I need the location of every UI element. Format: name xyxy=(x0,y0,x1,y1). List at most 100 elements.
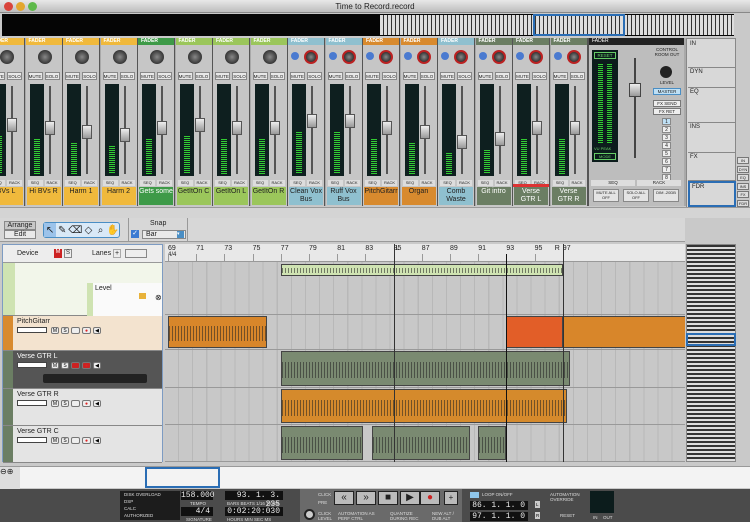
play-button[interactable]: ▶ xyxy=(400,491,420,505)
rack-button[interactable]: RACK xyxy=(457,180,472,186)
mute-button[interactable]: MUTE xyxy=(328,72,343,80)
left-locator[interactable] xyxy=(394,244,395,462)
hand-icon[interactable]: ✋ xyxy=(107,223,119,237)
fader-handle[interactable] xyxy=(157,121,167,135)
master-seq-button[interactable]: SEQ xyxy=(591,180,635,186)
solo-button[interactable]: SOLO xyxy=(420,72,435,80)
clip[interactable] xyxy=(281,426,363,460)
width-knob[interactable] xyxy=(516,52,524,60)
solo-button[interactable]: SOLO xyxy=(345,72,360,80)
fx-send-select[interactable]: 1 xyxy=(662,118,671,125)
fader-handle[interactable] xyxy=(457,135,467,149)
mute-button[interactable]: MUTE xyxy=(290,72,305,80)
panel-section-fx[interactable]: FX xyxy=(688,153,736,181)
monitor-button[interactable] xyxy=(71,400,80,407)
arrangement[interactable]: 4/4 697173757779818385878991939597LR xyxy=(165,244,685,462)
arrow-icon[interactable]: ↖ xyxy=(44,223,56,237)
seq-button[interactable]: SEQ xyxy=(440,180,455,186)
width-knob[interactable] xyxy=(441,52,449,60)
close-button[interactable] xyxy=(4,2,13,11)
song-overview[interactable]: ⊖⊕ xyxy=(0,466,750,488)
track-header[interactable]: Level ⊗ xyxy=(3,263,162,316)
overview-viewport[interactable] xyxy=(145,467,220,488)
mute-button[interactable]: MUTE xyxy=(0,72,5,80)
mute-all-off-button[interactable]: MUTE ALL OFF xyxy=(593,189,619,202)
eraser-icon[interactable]: ⌫ xyxy=(68,223,82,237)
seq-button[interactable]: SEQ xyxy=(328,180,343,186)
rack-button[interactable]: RACK xyxy=(45,180,60,186)
volume-slider[interactable] xyxy=(17,327,47,333)
track-mute-button[interactable]: M xyxy=(51,327,59,334)
fx-send-select[interactable]: 6 xyxy=(662,158,671,165)
fader-handle[interactable] xyxy=(382,121,392,135)
rack-overview-selection[interactable] xyxy=(533,14,625,36)
pan-knob[interactable] xyxy=(113,50,127,64)
lane-record-icon[interactable] xyxy=(139,293,146,299)
speaker-icon[interactable]: ◀ xyxy=(93,362,101,369)
monitor-button[interactable] xyxy=(71,327,80,334)
master-rack-button[interactable]: RACK xyxy=(637,180,681,186)
master-button[interactable]: MASTER xyxy=(653,88,681,95)
automation-lane[interactable]: Level ⊗ xyxy=(87,283,162,316)
track-lane[interactable] xyxy=(165,388,685,425)
speaker-icon[interactable]: ◀ xyxy=(93,327,101,334)
track-solo-button[interactable]: S xyxy=(61,437,69,444)
click-level-knob[interactable] xyxy=(304,509,315,520)
control-room-level-knob[interactable] xyxy=(660,66,672,78)
fader-handle[interactable] xyxy=(7,118,17,132)
width-knob[interactable] xyxy=(554,52,562,60)
clip[interactable] xyxy=(563,316,685,348)
seq-button[interactable]: SEQ xyxy=(65,180,80,186)
left-locator-label[interactable]: L xyxy=(396,245,400,252)
clip[interactable] xyxy=(281,264,563,276)
record-enable-button[interactable]: ● xyxy=(82,400,91,407)
seq-button[interactable]: SEQ xyxy=(365,180,380,186)
master-fader-handle[interactable] xyxy=(629,83,641,97)
channel-name[interactable]: BVs L xyxy=(0,187,23,205)
zoom-button[interactable] xyxy=(28,2,37,11)
side-button-dyn[interactable]: DYN xyxy=(737,166,749,173)
pan-knob[interactable] xyxy=(0,50,14,64)
mute-button[interactable]: MUTE xyxy=(440,72,455,80)
rack-button[interactable]: RACK xyxy=(495,180,510,186)
channel-name[interactable]: PitchGitarr xyxy=(364,187,398,205)
volume-slider[interactable] xyxy=(17,400,47,406)
rack-button[interactable]: RACK xyxy=(82,180,97,186)
panel-section-in[interactable]: IN xyxy=(688,40,736,68)
solo-button[interactable]: SOLO xyxy=(82,72,97,80)
goto-left-locator[interactable]: L xyxy=(535,501,540,508)
pan-knob[interactable] xyxy=(225,50,239,64)
clip[interactable] xyxy=(168,316,267,348)
channel-name[interactable]: Harm 1 xyxy=(64,187,98,205)
master-mute-button[interactable]: M xyxy=(54,249,62,258)
close-lane-icon[interactable]: ⊗ xyxy=(155,293,162,302)
seq-button[interactable]: SEQ xyxy=(140,180,155,186)
channel-name[interactable]: Clean Vox Bus xyxy=(289,187,323,205)
width-knob[interactable] xyxy=(404,52,412,60)
fader-handle[interactable] xyxy=(120,128,130,142)
channel-name[interactable]: Comb Waste xyxy=(439,187,473,205)
ruler[interactable]: 4/4 697173757779818385878991939597LR xyxy=(165,244,685,262)
seq-button[interactable]: SEQ xyxy=(478,180,493,186)
rack-button[interactable]: RACK xyxy=(7,180,22,186)
track-solo-button[interactable]: S xyxy=(61,362,69,369)
seq-button[interactable]: SEQ xyxy=(553,180,568,186)
track-header[interactable]: Verse GTR RMS●◀ xyxy=(3,389,162,426)
rack-button[interactable]: RACK xyxy=(345,180,360,186)
track-solo-button[interactable]: S xyxy=(61,400,69,407)
panel-section-fdr[interactable]: FDR xyxy=(688,181,736,207)
solo-button[interactable]: SOLO xyxy=(495,72,510,80)
record-enable-button[interactable]: ● xyxy=(82,437,91,444)
fader-handle[interactable] xyxy=(232,121,242,135)
fx-send-select[interactable]: 3 xyxy=(662,134,671,141)
pan-knob[interactable] xyxy=(188,50,202,64)
add-lane-button[interactable]: + xyxy=(113,249,121,258)
solo-button[interactable]: SOLO xyxy=(195,72,210,80)
track-header[interactable]: Verse GTR CMS●◀ xyxy=(3,426,162,463)
solo-button[interactable]: SOLO xyxy=(382,72,397,80)
razor-icon[interactable]: ◇ xyxy=(82,223,94,237)
side-button-ins[interactable]: INS xyxy=(737,183,749,190)
fader-handle[interactable] xyxy=(420,125,430,139)
track-mute-button[interactable]: M xyxy=(51,437,59,444)
track-lane[interactable] xyxy=(165,425,685,462)
